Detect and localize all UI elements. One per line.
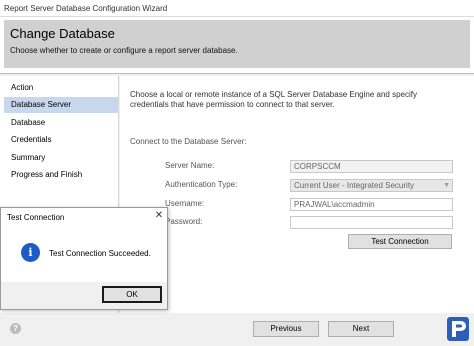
close-icon[interactable]: ✕ bbox=[153, 210, 165, 222]
auth-type-dropdown[interactable]: Current User - Integrated Security ▼ bbox=[290, 179, 453, 192]
window-title: Report Server Database Configuration Wiz… bbox=[4, 4, 168, 13]
header-banner: Change Database Choose whether to create… bbox=[4, 20, 470, 68]
help-icon[interactable]: ? bbox=[10, 323, 21, 334]
instructions-text: Choose a local or remote instance of a S… bbox=[130, 90, 417, 109]
sidebar-item-action[interactable]: Action bbox=[4, 80, 118, 96]
ok-button[interactable]: OK bbox=[102, 286, 162, 303]
password-label: Password: bbox=[165, 217, 203, 226]
wizard-header: Change Database Choose whether to create… bbox=[0, 17, 474, 74]
sidebar-item-database[interactable]: Database bbox=[4, 115, 118, 131]
password-field[interactable] bbox=[290, 216, 453, 229]
previous-button[interactable]: Previous bbox=[253, 321, 319, 337]
chevron-down-icon: ▼ bbox=[443, 182, 450, 189]
server-name-field[interactable]: CORPSCCM bbox=[290, 160, 453, 173]
test-connection-dialog: Test Connection ✕ i Test Connection Succ… bbox=[0, 207, 168, 310]
info-icon: i bbox=[21, 243, 40, 262]
page-subtitle: Choose whether to create or configure a … bbox=[10, 46, 238, 55]
prajwal-logo-icon bbox=[445, 315, 471, 343]
username-field[interactable]: PRAJWAL\accmadmin bbox=[290, 198, 453, 211]
sidebar-item-summary[interactable]: Summary bbox=[4, 150, 118, 166]
sidebar-item-progress-and-finish[interactable]: Progress and Finish bbox=[4, 167, 118, 183]
dialog-message: Test Connection Succeeded. bbox=[49, 249, 151, 258]
wizard-content: Choose a local or remote instance of a S… bbox=[120, 76, 474, 313]
server-name-label: Server Name: bbox=[165, 161, 215, 170]
next-button[interactable]: Next bbox=[328, 321, 394, 337]
dialog-title: Test Connection bbox=[7, 213, 65, 222]
username-label: Username: bbox=[165, 199, 205, 208]
auth-type-label: Authentication Type: bbox=[165, 180, 238, 189]
wizard-footer: ? Previous Next bbox=[0, 313, 474, 346]
page-title: Change Database bbox=[10, 26, 115, 41]
window-titlebar: Report Server Database Configuration Wiz… bbox=[0, 0, 474, 17]
test-connection-button[interactable]: Test Connection bbox=[348, 234, 452, 249]
sidebar-item-credentials[interactable]: Credentials bbox=[4, 132, 118, 148]
dialog-footer: OK bbox=[1, 282, 167, 309]
sidebar-item-database-server[interactable]: Database Server bbox=[4, 97, 118, 113]
connect-section-label: Connect to the Database Server: bbox=[130, 137, 247, 146]
auth-type-value: Current User - Integrated Security bbox=[294, 181, 415, 190]
